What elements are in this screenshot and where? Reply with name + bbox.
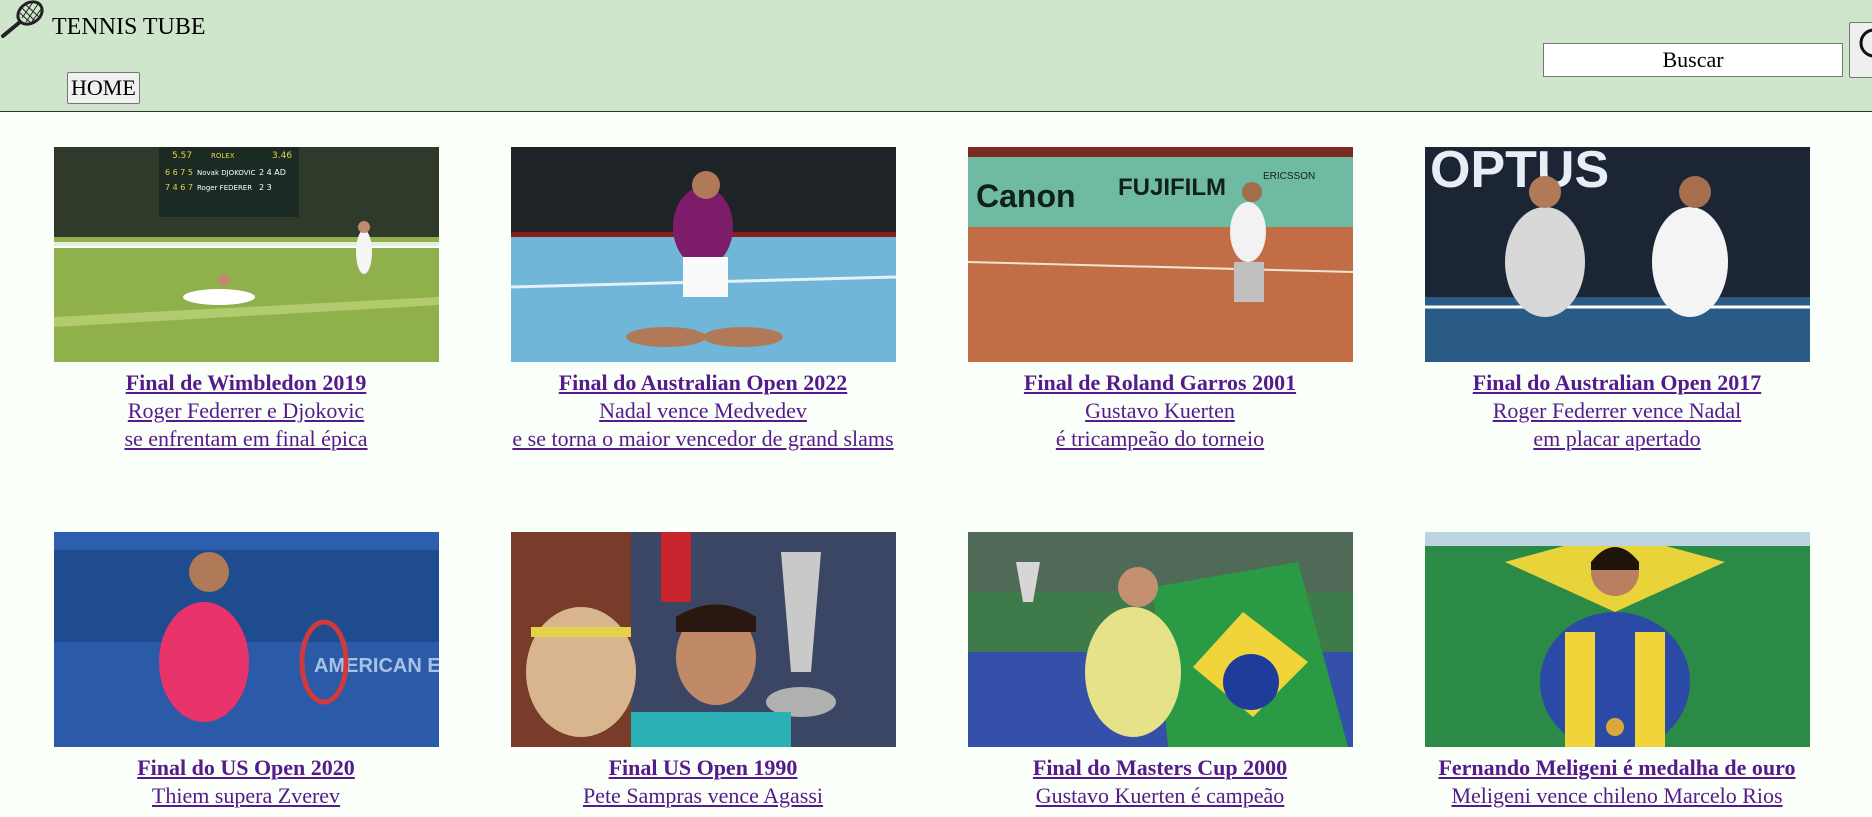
video-description-link[interactable]: Roger Federrer vence Nadal — [1389, 397, 1845, 425]
home-button[interactable]: HOME — [67, 72, 140, 104]
banner-text: AMERICAN EXPRESS — [314, 655, 439, 677]
banner-text: Canon — [976, 178, 1076, 214]
tennis-racket-icon[interactable] — [0, 0, 48, 40]
scoreboard-text: 5.57 — [172, 151, 192, 161]
player-kneeling-hard-court-photo[interactable] — [510, 147, 896, 362]
video-description-link[interactable]: é tricampeão do torneio — [932, 425, 1388, 453]
video-description-link[interactable]: em placar apertado — [1389, 425, 1845, 453]
video-title-link[interactable]: Final do Masters Cup 2000 — [932, 754, 1388, 782]
video-description-link[interactable]: Gustavo Kuerten é campeão — [932, 782, 1388, 810]
scoreboard-text: 2 4 AD — [259, 168, 286, 177]
search-input[interactable] — [1543, 43, 1843, 77]
video-card[interactable]: Canon FUJIFILM ERICSSON Final de Roland … — [932, 147, 1388, 453]
scoreboard-text: Roger FEDERER — [197, 184, 252, 192]
video-title-link[interactable]: Final de Roland Garros 2001 — [932, 369, 1388, 397]
video-title-link[interactable]: Final de Wimbledon 2019 — [18, 369, 474, 397]
search-magnifier-icon — [1850, 28, 1872, 77]
video-description-link[interactable]: Thiem supera Zverev — [18, 782, 474, 810]
banner-text: ERICSSON — [1263, 171, 1315, 182]
video-description-link[interactable]: Roger Federrer e Djokovic — [18, 397, 474, 425]
video-description-link[interactable]: Pete Sampras vence Agassi — [475, 782, 931, 810]
video-title-link[interactable]: Final US Open 1990 — [475, 754, 931, 782]
video-card[interactable]: Final US Open 1990 Pete Sampras vence Ag… — [475, 532, 931, 810]
scoreboard-text: 3.46 — [272, 151, 292, 161]
banner-text: FUJIFILM — [1118, 174, 1226, 201]
video-description-link[interactable]: Gustavo Kuerten — [932, 397, 1388, 425]
player-kneeling-clay-court-photo[interactable]: Canon FUJIFILM ERICSSON — [967, 147, 1353, 362]
video-card[interactable]: Final do Masters Cup 2000 Gustavo Kuerte… — [932, 532, 1388, 810]
video-card[interactable]: 5.57 ROLEX 3.46 Novak DJOKOVIC 6 6 7 5 2… — [18, 147, 474, 453]
video-description-link[interactable]: e se torna o maior vencedor de grand sla… — [475, 425, 931, 453]
video-card[interactable]: Final do Australian Open 2022 Nadal venc… — [475, 147, 931, 453]
site-title: TENNIS TUBE — [52, 14, 206, 40]
site-header: TENNIS TUBE HOME — [0, 0, 1872, 112]
video-title-link[interactable]: Final do Australian Open 2017 — [1389, 369, 1845, 397]
search-button[interactable] — [1849, 22, 1872, 78]
video-card[interactable]: OPTUS Final do Australian Open 2017 Roge… — [1389, 147, 1845, 453]
video-title-link[interactable]: Final do US Open 2020 — [18, 754, 474, 782]
video-card[interactable]: AMERICAN EXPRESS Final do US Open 2020 T… — [18, 532, 474, 810]
scoreboard-text: 6 6 7 5 — [165, 168, 193, 177]
player-celebrating-pink-shirt-photo[interactable]: AMERICAN EXPRESS — [53, 532, 439, 747]
scoreboard-text: ROLEX — [211, 152, 235, 160]
scoreboard-text: Novak DJOKOVIC — [197, 169, 256, 177]
video-description-link[interactable]: se enfrentam em final épica — [18, 425, 474, 453]
wimbledon-grass-court-photo[interactable]: 5.57 ROLEX 3.46 Novak DJOKOVIC 6 6 7 5 2… — [53, 147, 439, 362]
video-description-link[interactable]: Meligeni vence chileno Marcelo Rios — [1389, 782, 1845, 810]
player-with-gold-medal-photo[interactable] — [1424, 532, 1810, 747]
video-title-link[interactable]: Final do Australian Open 2022 — [475, 369, 931, 397]
video-description-link[interactable]: Nadal vence Medvedev — [475, 397, 931, 425]
player-with-brazil-flag-photo[interactable] — [967, 532, 1353, 747]
players-handshake-net-photo[interactable]: OPTUS — [1424, 147, 1810, 362]
video-card[interactable]: Fernando Meligeni é medalha de ouro Meli… — [1389, 532, 1845, 810]
scoreboard-text: 2 3 — [259, 183, 272, 192]
player-holding-trophy-photo[interactable] — [510, 532, 896, 747]
video-title-link[interactable]: Fernando Meligeni é medalha de ouro — [1389, 754, 1845, 782]
scoreboard-text: 7 4 6 7 — [165, 183, 193, 192]
banner-text: OPTUS — [1430, 147, 1609, 199]
